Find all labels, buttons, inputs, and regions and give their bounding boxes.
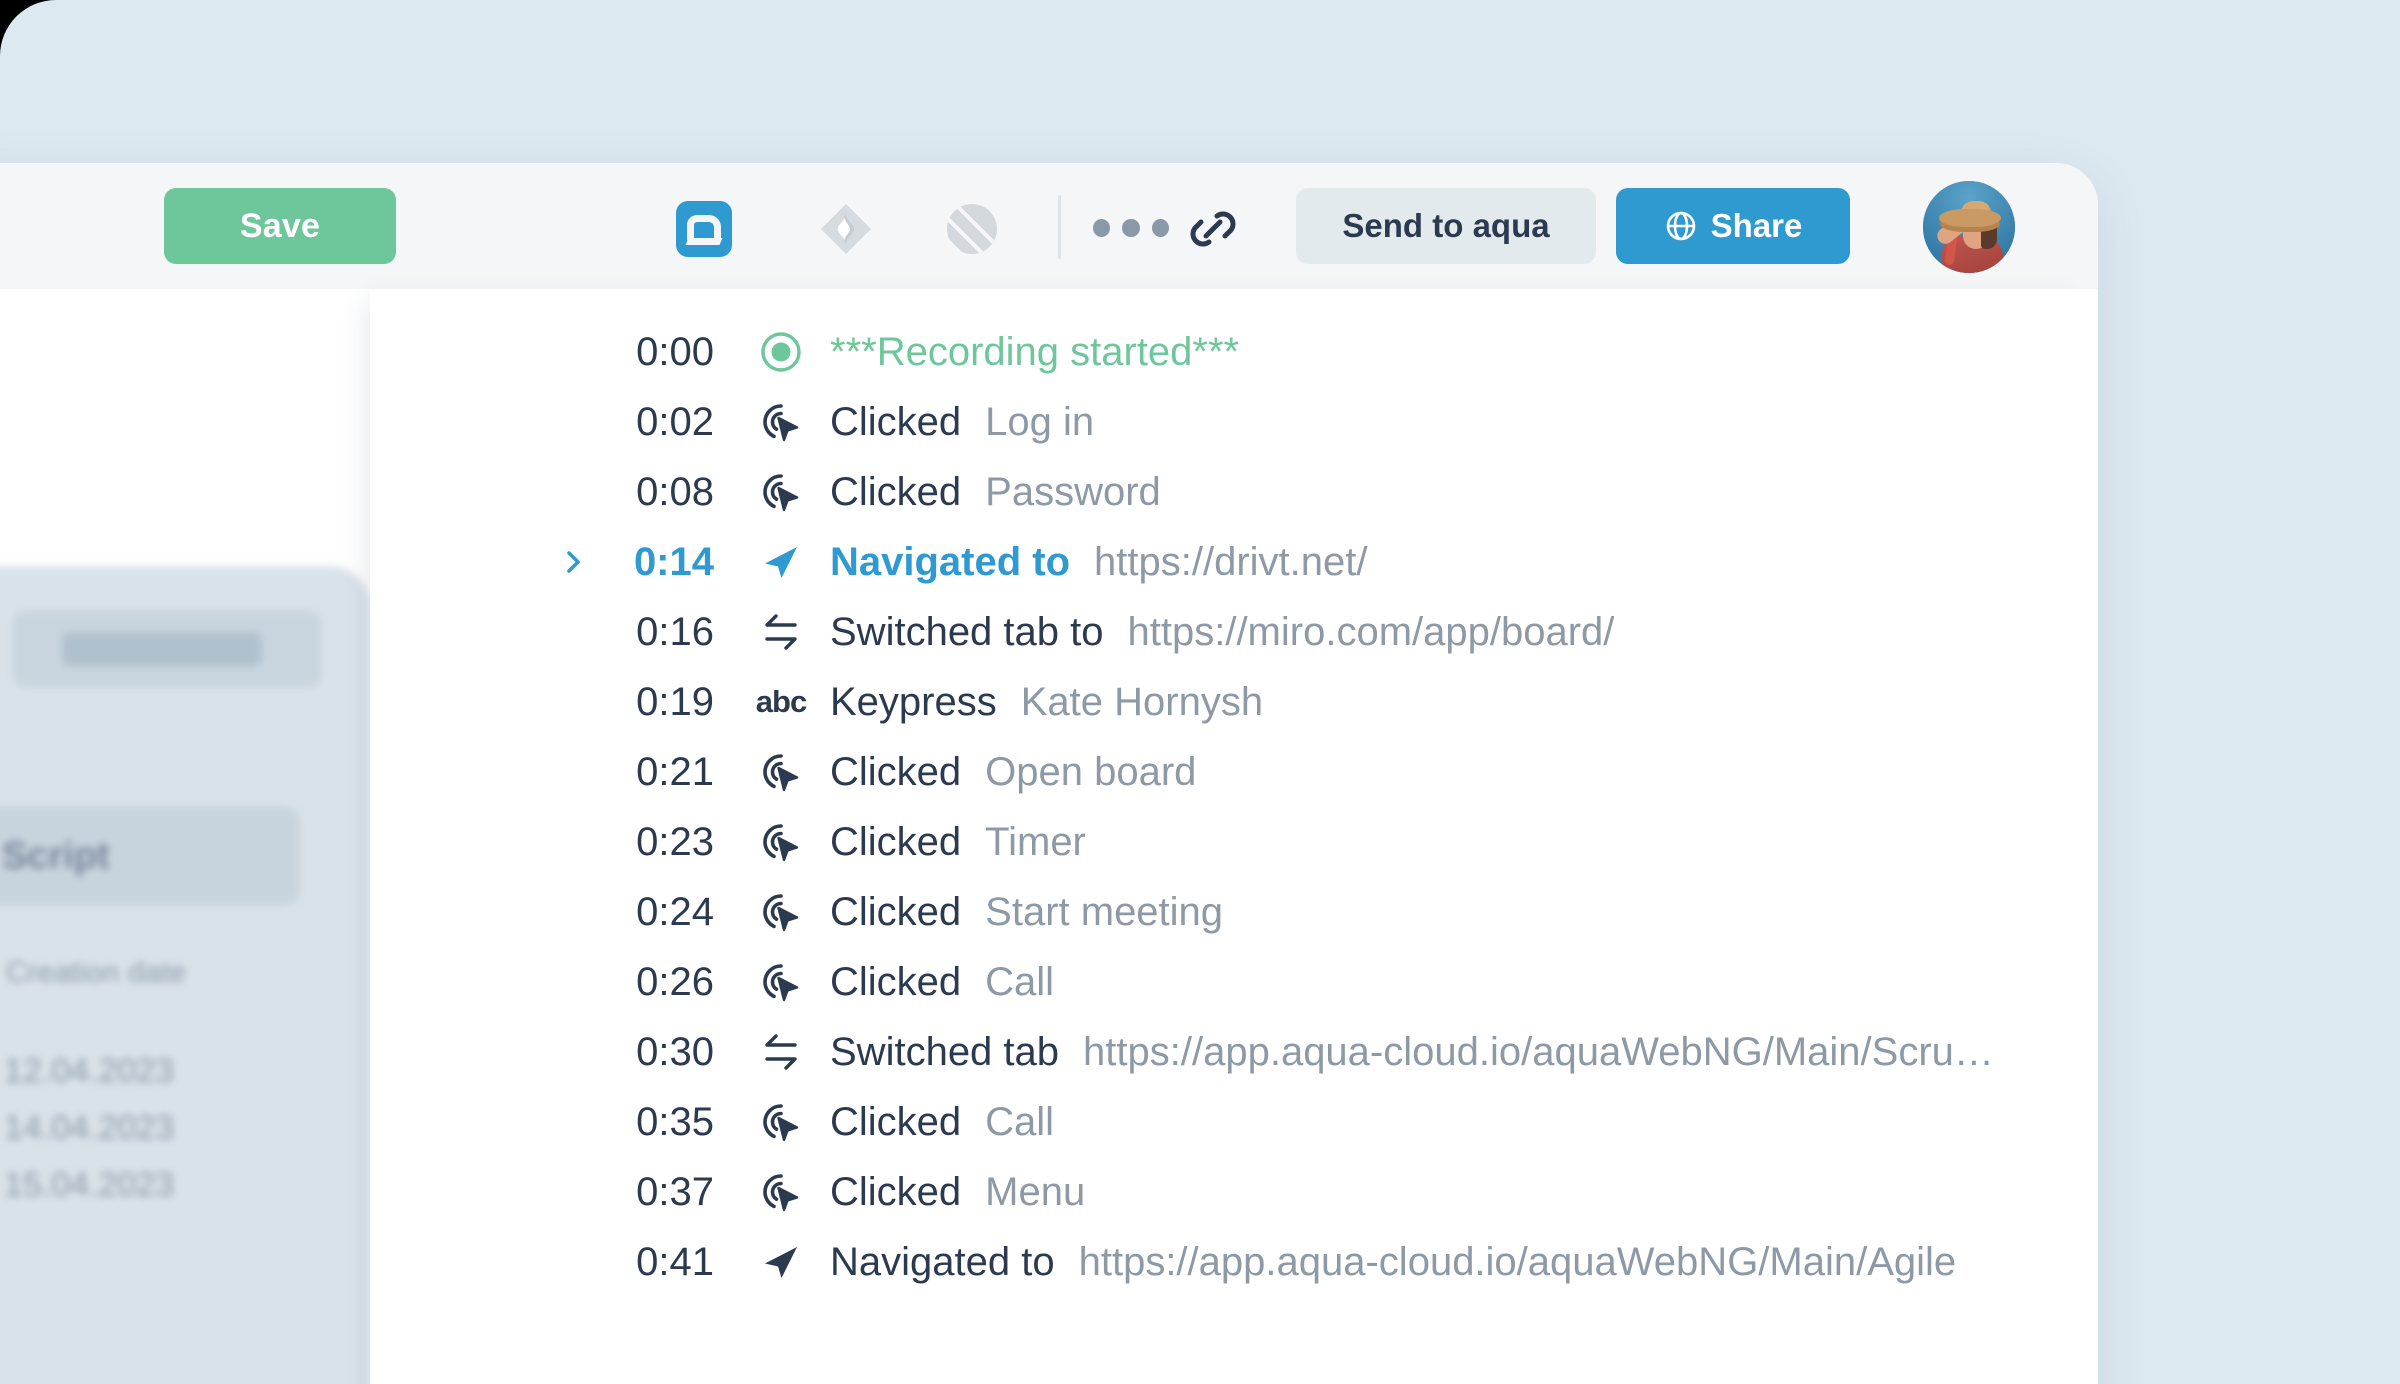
event-timestamp: 0:19 [590,680,714,725]
event-row[interactable]: 0:26 Clicked Call [370,947,2098,1017]
navigate-icon [758,1239,804,1285]
event-action: Clicked [830,1170,961,1215]
event-target: Kate Hornysh [1021,680,1263,725]
toolbar: Save [0,163,2098,289]
event-timestamp: 0:00 [590,330,714,375]
globe-icon [1664,209,1698,243]
event-timestamp: 0:21 [590,750,714,795]
creation-date-cell: 14.04.2023 [4,1109,174,1148]
event-target: https://drivt.net/ [1094,540,1367,585]
event-row[interactable]: 0:37 Clicked Menu [370,1157,2098,1227]
event-timestamp: 0:23 [590,820,714,865]
event-action: Clicked [830,960,961,1005]
event-timestamp: 0:08 [590,470,714,515]
background-script-panel: <> Script Creation date 12.04.2023 14.04… [0,566,370,1384]
event-action: ***Recording started*** [830,330,1239,375]
share-button-label: Share [1711,207,1803,245]
page-backdrop: Save [0,0,2400,1384]
event-timestamp: 0:41 [590,1240,714,1285]
event-target: Start meeting [985,890,1223,935]
event-action: Clicked [830,400,961,445]
switch-tab-icon [758,1029,804,1075]
event-row[interactable]: 0:30 Switched tab https://app.aqua-cloud.i… [370,1017,2098,1087]
event-target: Log in [985,400,1094,445]
send-to-aqua-button[interactable]: Send to aqua [1296,188,1596,264]
click-icon [758,959,804,1005]
sidebar-item-script: <> Script [0,806,300,906]
azure-devops-logo-icon[interactable] [943,200,1001,258]
event-action: Clicked [830,820,961,865]
event-timestamp: 0:24 [590,890,714,935]
creation-date-cell: 12.04.2023 [4,1052,174,1091]
click-icon [758,1099,804,1145]
app-window: Save [0,163,2098,1384]
more-options-icon[interactable] [1093,215,1169,241]
event-action: Clicked [830,750,961,795]
event-action: Switched tab to [830,610,1104,655]
event-list: 0:00 ***Recording started*** 0:02 Clicked Lo… [370,317,2098,1297]
event-action: Clicked [830,890,961,935]
link-icon[interactable] [1182,198,1244,260]
event-action: Navigated to [830,1240,1055,1285]
save-button[interactable]: Save [164,188,396,264]
event-row[interactable]: 0:08 Clicked Password [370,457,2098,527]
event-target: Password [985,470,1161,515]
event-action: Clicked [830,1100,961,1145]
event-timestamp: 0:30 [590,1030,714,1075]
recording-content-panel: 0:00 ***Recording started*** 0:02 Clicked Lo… [370,289,2098,1384]
event-timestamp: 0:02 [590,400,714,445]
event-timestamp: 0:35 [590,1100,714,1145]
event-row[interactable]: 0:00 ***Recording started*** [370,317,2098,387]
keyboard-abc-icon: abc [758,679,804,725]
event-timestamp: 0:16 [590,610,714,655]
event-row[interactable]: 0:19 abc Keypress Kate Hornysh [370,667,2098,737]
click-icon [758,819,804,865]
click-icon [758,399,804,445]
event-row[interactable]: 0:35 Clicked Call [370,1087,2098,1157]
aqua-logo-icon[interactable] [675,200,733,258]
share-button[interactable]: Share [1616,188,1850,264]
event-action: Switched tab [830,1030,1059,1075]
event-target: Timer [985,820,1086,865]
event-target: Open board [985,750,1196,795]
event-target: https://miro.com/app/board/ [1128,610,1615,655]
ghost-search-box [12,610,322,688]
click-icon [758,889,804,935]
jira-logo-icon[interactable] [817,200,875,258]
creation-date-column-header: Creation date [6,956,186,990]
event-target: Call [985,960,1054,1005]
event-timestamp: 0:37 [590,1170,714,1215]
creation-date-cell: 15.04.2023 [4,1166,174,1205]
expand-chevron-icon[interactable] [558,547,588,577]
sidebar-item-label: Script [2,835,110,878]
event-target: https://app.aqua-cloud.io/aquaWebNG/Main… [1083,1030,1994,1075]
event-target: Menu [985,1170,1085,1215]
event-target: https://app.aqua-cloud.io/aquaWebNG/Main… [1079,1240,1957,1285]
click-icon [758,469,804,515]
click-icon [758,749,804,795]
event-row[interactable]: 0:02 Clicked Log in [370,387,2098,457]
navigate-icon [758,539,804,585]
avatar[interactable] [1923,181,2015,273]
event-timestamp: 0:26 [590,960,714,1005]
event-row[interactable]: 0:16 Switched tab to https://miro.com/app/… [370,597,2098,667]
event-action: Clicked [830,470,961,515]
event-target: Call [985,1100,1054,1145]
event-row[interactable]: 0:14 Navigated to https://drivt.net/ [370,527,2098,597]
toolbar-divider [1058,195,1061,259]
event-row[interactable]: 0:41 Navigated to https://app.aqua-cloud.i… [370,1227,2098,1297]
event-action: Keypress [830,680,997,725]
record-icon [758,329,804,375]
event-row[interactable]: 0:23 Clicked Timer [370,807,2098,877]
event-timestamp: 0:14 [590,540,714,585]
event-row[interactable]: 0:24 Clicked Start meeting [370,877,2098,947]
event-row[interactable]: 0:21 Clicked Open board [370,737,2098,807]
event-action: Navigated to [830,540,1070,585]
click-icon [758,1169,804,1215]
main-body: <> Script Creation date 12.04.2023 14.04… [0,289,2098,1384]
switch-tab-icon [758,609,804,655]
